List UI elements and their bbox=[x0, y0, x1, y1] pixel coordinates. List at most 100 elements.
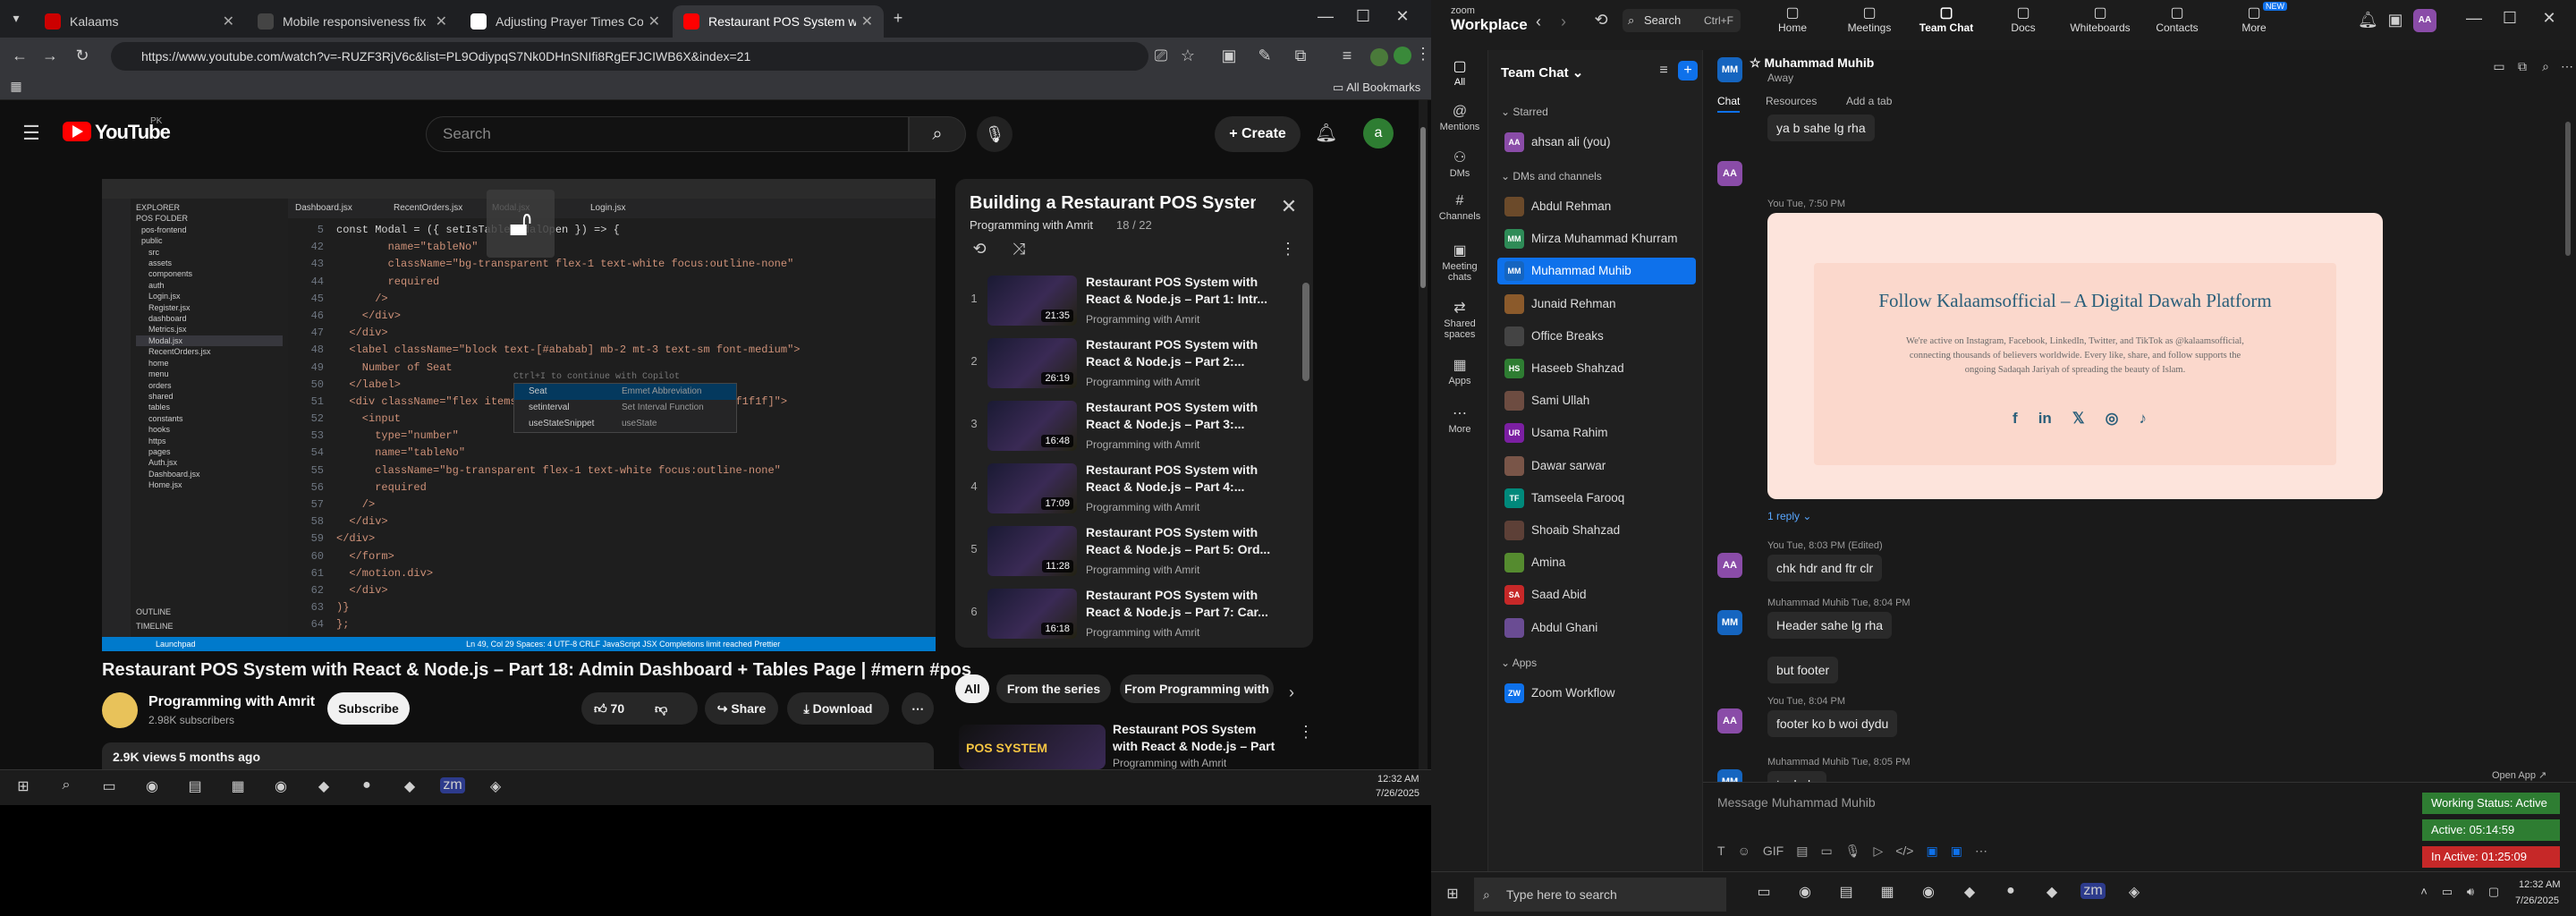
playlist-item[interactable]: 4 17:09 Restaurant POS System with React &… bbox=[962, 462, 1304, 521]
minimize-icon[interactable]: — bbox=[2465, 9, 2483, 28]
minimize-icon[interactable]: — bbox=[1317, 7, 1335, 26]
forward-icon[interactable]: → bbox=[41, 47, 59, 65]
browser-tab[interactable]: Restaurant POS System wit ✕ bbox=[673, 5, 884, 38]
playlist-menu-icon[interactable]: ⋮ bbox=[1279, 240, 1297, 259]
subscribe-button[interactable]: Subscribe bbox=[327, 692, 410, 725]
chat-list-item[interactable]: HS Haseeb Shahzad bbox=[1497, 355, 1696, 382]
chat-tab[interactable]: Chat bbox=[1717, 95, 1741, 113]
taskbar-search[interactable]: ⌕ Type here to search bbox=[1474, 878, 1726, 912]
bookmark-star-icon[interactable]: ☆ bbox=[1179, 47, 1197, 65]
chip[interactable]: From the series bbox=[996, 674, 1111, 703]
recommended-title[interactable]: Restaurant POS System with React & Node.… bbox=[1113, 721, 1283, 755]
back-icon[interactable]: ‹ bbox=[1531, 13, 1546, 31]
search-icon[interactable]: ⌕ bbox=[54, 777, 79, 793]
chat-list-item[interactable]: UR Usama Rahim bbox=[1497, 420, 1696, 446]
browser-tab[interactable]: Mobile responsiveness fix ✕ bbox=[247, 5, 458, 38]
like-count[interactable]: 70 bbox=[611, 701, 625, 716]
menu-kebab-icon[interactable]: ⋮ bbox=[1415, 45, 1431, 64]
file-explorer-icon[interactable]: ▤ bbox=[182, 777, 208, 795]
vscode-icon[interactable]: ◆ bbox=[1957, 883, 1982, 901]
close-icon[interactable]: ✕ bbox=[1394, 7, 1411, 26]
reload-icon[interactable]: ↻ bbox=[73, 47, 91, 65]
github-icon[interactable]: ● bbox=[1998, 883, 2023, 899]
new-tab-icon[interactable]: + bbox=[889, 9, 907, 28]
section-header[interactable]: ⌄ DMs and channels bbox=[1501, 170, 1602, 182]
recommended-menu-icon[interactable]: ⋮ bbox=[1297, 723, 1315, 742]
zoom-icon[interactable]: zm bbox=[440, 777, 465, 793]
dislike-icon[interactable]: 👎︎ bbox=[655, 692, 667, 725]
mic-icon[interactable]: 🎙︎ bbox=[1845, 844, 1861, 865]
video-call-icon[interactable]: ▭ bbox=[2490, 59, 2508, 74]
vscode-icon-2[interactable]: ◆ bbox=[397, 777, 422, 795]
browser-tab[interactable]: Adjusting Prayer Times Contai ✕ bbox=[460, 5, 671, 38]
vscode-icon-2[interactable]: ◆ bbox=[2039, 883, 2064, 901]
app-icon[interactable]: ◈ bbox=[2122, 883, 2147, 901]
chip[interactable]: All bbox=[955, 674, 989, 703]
task-view-icon[interactable]: ▭ bbox=[97, 777, 122, 795]
nav-meetings[interactable]: ▢ Meetings bbox=[1834, 4, 1905, 34]
description-box[interactable]: 2.9K views 5 months ago bbox=[102, 742, 934, 769]
playlist-scrollbar[interactable] bbox=[1302, 283, 1309, 381]
profile-avatar[interactable] bbox=[1370, 48, 1388, 66]
section-header[interactable]: ⌄ Starred bbox=[1501, 106, 1548, 118]
emoji-icon[interactable]: ☺ bbox=[1738, 844, 1750, 865]
rail-apps[interactable]: ▦ Apps bbox=[1431, 356, 1488, 386]
tab-close-icon[interactable]: ✕ bbox=[223, 13, 234, 30]
tray-chevron-icon[interactable]: ˄ bbox=[2415, 885, 2433, 898]
page-scrollbar-thumb[interactable] bbox=[1420, 127, 1426, 288]
playlist-title[interactable]: Building a Restaurant POS System w... bbox=[970, 193, 1256, 214]
task-view-icon[interactable]: ▭ bbox=[1751, 883, 1776, 901]
vscode-icon[interactable]: ◆ bbox=[311, 777, 336, 795]
close-icon[interactable]: ✕ bbox=[2540, 9, 2558, 28]
chat-list-item[interactable]: MM Mirza Muhammad Khurram bbox=[1497, 225, 1696, 252]
tab-close-icon[interactable]: ✕ bbox=[436, 13, 447, 30]
rail-shared-spaces[interactable]: ⇄ Shared spaces bbox=[1431, 299, 1488, 340]
chat-tab[interactable]: Add a tab bbox=[1846, 95, 1892, 107]
chat-list-item[interactable]: SA Saad Abid bbox=[1497, 581, 1696, 608]
tab-search-icon[interactable]: ▾ bbox=[7, 11, 25, 26]
puzzle-icon[interactable]: ⧉ bbox=[1292, 47, 1309, 65]
rail-dms[interactable]: ⚇ DMs bbox=[1431, 148, 1488, 179]
extension-icon[interactable]: ▣ bbox=[1220, 47, 1238, 65]
chip[interactable]: From Programming with bbox=[1120, 674, 1274, 703]
video-player[interactable]: EXPLORER POS FOLDER pos-frontend public src a… bbox=[102, 179, 936, 651]
chat-list-item[interactable]: AA ahsan ali (you) bbox=[1497, 129, 1696, 156]
close-playlist-icon[interactable]: ✕ bbox=[1277, 195, 1301, 218]
download-button[interactable]: ⤓ Download bbox=[787, 692, 889, 725]
playlist-item[interactable]: 6 16:18 Restaurant POS System with React &… bbox=[962, 587, 1304, 646]
channel-name[interactable]: Programming with Amrit bbox=[148, 694, 315, 710]
notifications-bell-icon[interactable]: 🔔︎ bbox=[1315, 122, 1337, 144]
edge-icon[interactable]: ◉ bbox=[1792, 883, 1818, 901]
notification-icon[interactable]: ▢ bbox=[2485, 885, 2503, 899]
start-icon[interactable]: ⊞ bbox=[11, 777, 36, 795]
rail-channels[interactable]: # Channels bbox=[1431, 193, 1488, 222]
tab-close-icon[interactable]: ✕ bbox=[648, 13, 660, 30]
voice-search-button[interactable]: 🎙 bbox=[977, 116, 1013, 152]
chat-list-item[interactable]: Shoaib Shahzad bbox=[1497, 517, 1696, 544]
rail-more[interactable]: ⋯ More bbox=[1431, 404, 1488, 435]
app-icon[interactable]: ▣ bbox=[1926, 844, 1937, 865]
chips-next-icon[interactable]: › bbox=[1283, 683, 1301, 702]
section-header[interactable]: ⌄ Apps bbox=[1501, 657, 1537, 669]
new-chat-button[interactable]: + bbox=[1678, 61, 1698, 81]
playlist-item[interactable]: 2 26:19 Restaurant POS System with React &… bbox=[962, 336, 1304, 395]
chat-list-item[interactable]: Abdul Rehman bbox=[1497, 193, 1696, 220]
like-icon[interactable]: 👍︎ bbox=[594, 701, 611, 716]
media-icon[interactable]: ≡ bbox=[1338, 47, 1356, 65]
rail-meeting-chats[interactable]: ▣ Meeting chats bbox=[1431, 242, 1488, 283]
apps-grid-icon[interactable]: ▦ bbox=[9, 79, 23, 94]
shuffle-icon[interactable]: ⤨ bbox=[1007, 240, 1030, 259]
file-icon[interactable]: ▤ bbox=[1796, 844, 1808, 865]
user-avatar[interactable]: AA bbox=[2413, 9, 2436, 32]
nav-whiteboards[interactable]: ▢ Whiteboards bbox=[2064, 4, 2136, 34]
message-input[interactable]: Message Muhammad Muhib bbox=[1717, 790, 2308, 815]
more-actions-button[interactable]: ⋯ bbox=[902, 692, 934, 725]
search-input[interactable]: Search bbox=[426, 116, 909, 152]
format-icon[interactable]: T bbox=[1717, 844, 1725, 865]
create-button[interactable]: + Create bbox=[1215, 116, 1301, 152]
maximize-icon[interactable]: ☐ bbox=[1354, 7, 1372, 26]
network-icon[interactable]: ▭ bbox=[2438, 885, 2456, 899]
chat-list-item[interactable]: TF Tamseela Farooq bbox=[1497, 485, 1696, 512]
rail-all[interactable]: ▢ All bbox=[1431, 57, 1488, 88]
search-button[interactable]: ⌕ bbox=[909, 116, 966, 152]
